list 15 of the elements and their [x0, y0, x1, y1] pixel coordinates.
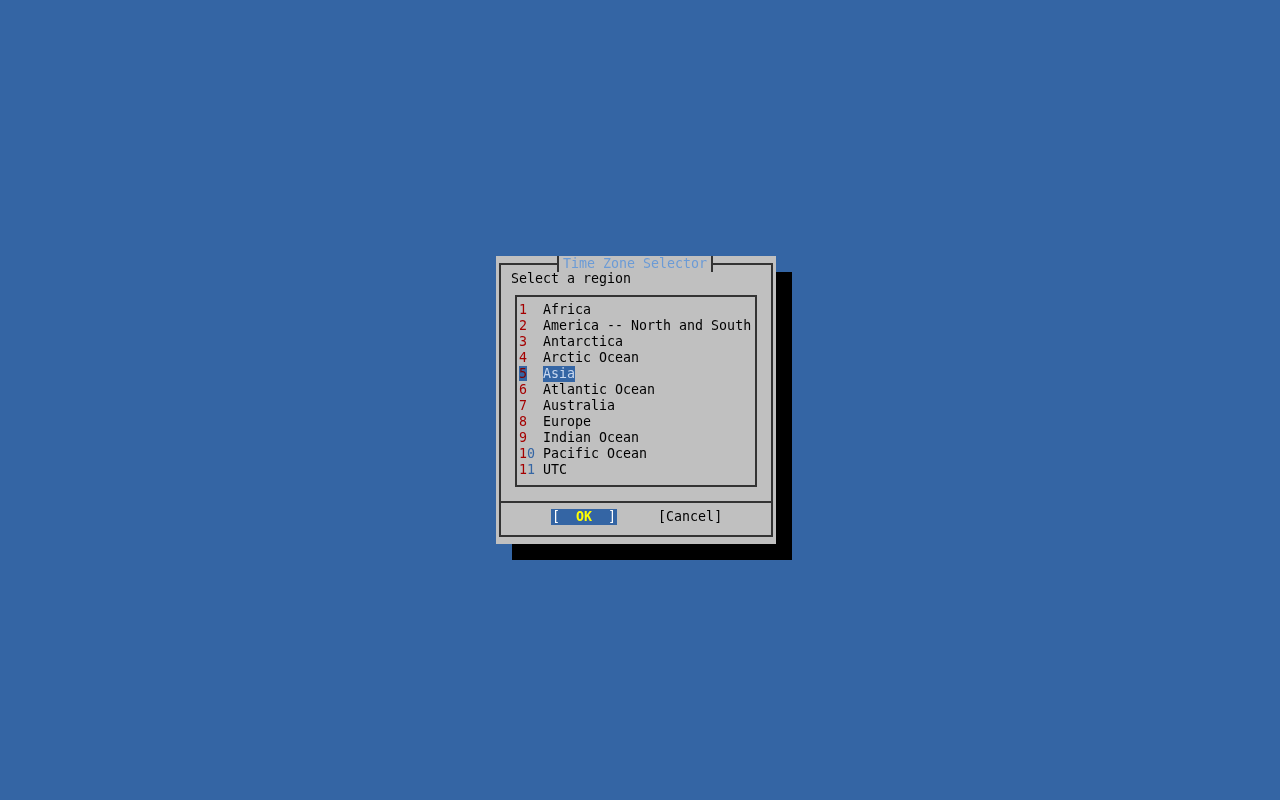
region-item[interactable]: 7 Australia: [519, 398, 755, 414]
region-item[interactable]: 9 Indian Ocean: [519, 430, 755, 446]
region-item[interactable]: 1 Africa: [519, 302, 755, 318]
dialog-button[interactable]: [ OK ]: [551, 509, 618, 525]
dialog-title: Time Zone Selector: [557, 256, 714, 272]
dialog-button[interactable]: [Cancel]: [657, 509, 724, 525]
region-item[interactable]: 4 Arctic Ocean: [519, 350, 755, 366]
region-item[interactable]: 5 Asia: [519, 366, 755, 382]
region-item[interactable]: 6 Atlantic Ocean: [519, 382, 755, 398]
region-item[interactable]: 8 Europe: [519, 414, 755, 430]
region-item[interactable]: 11 UTC: [519, 462, 755, 478]
region-item[interactable]: 2 America -- North and South: [519, 318, 755, 334]
region-item[interactable]: 3 Antarctica: [519, 334, 755, 350]
prompt-text: Select a region: [511, 271, 633, 287]
region-item[interactable]: 10 Pacific Ocean: [519, 446, 755, 462]
